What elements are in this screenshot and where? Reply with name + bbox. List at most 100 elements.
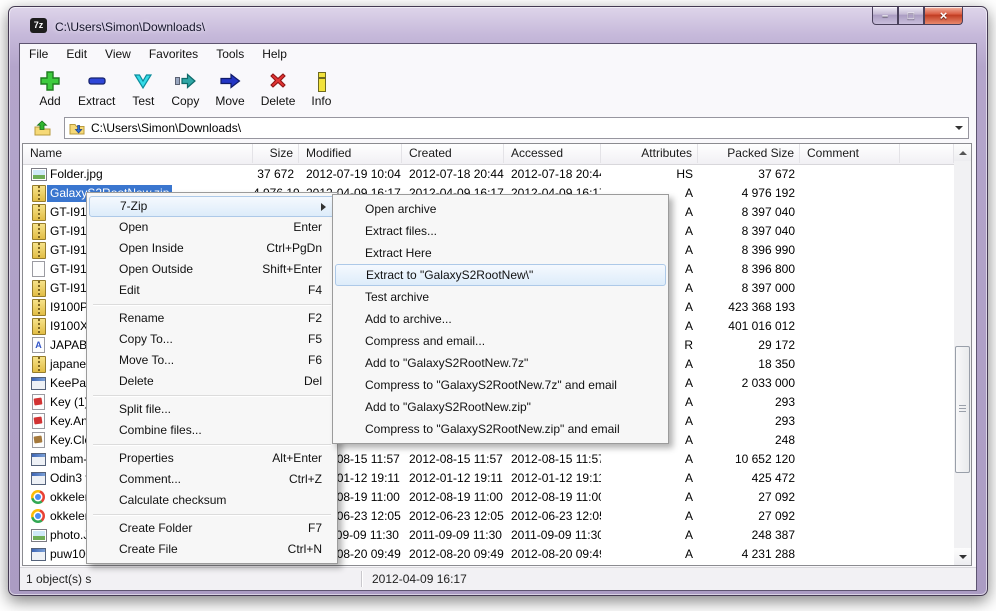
menu-item-label: Move To... bbox=[119, 353, 174, 367]
menu-item-move-to[interactable]: Move To...F6 bbox=[89, 350, 335, 371]
menu-item-compress-to-galaxys2rootnew-zip-and-email[interactable]: Compress to "GalaxyS2RootNew.zip" and em… bbox=[335, 418, 666, 440]
cell-created: 2012-06-23 12:05 bbox=[402, 507, 504, 526]
menu-item-split-file[interactable]: Split file... bbox=[89, 399, 335, 420]
cell-modified: 2012-07-19 10:04 bbox=[299, 165, 402, 184]
menu-item-add-to-galaxys2rootnew-zip[interactable]: Add to "GalaxyS2RootNew.zip" bbox=[335, 396, 666, 418]
menubar-item-edit[interactable]: Edit bbox=[57, 44, 96, 64]
title-bar[interactable]: 7z C:\Users\Simon\Downloads\ – □ × bbox=[9, 7, 987, 43]
zip-archive-icon bbox=[31, 242, 47, 258]
toolbar-add-button[interactable]: Add bbox=[30, 67, 70, 110]
cell-accessed: 2012-08-20 09:49 bbox=[504, 545, 601, 564]
menu-item-extract-files[interactable]: Extract files... bbox=[335, 220, 666, 242]
menu-item-combine-files[interactable]: Combine files... bbox=[89, 420, 335, 441]
menu-item-label: Extract Here bbox=[365, 246, 432, 260]
column-header-created[interactable]: Created bbox=[402, 144, 504, 163]
address-bar-row: C:\Users\Simon\Downloads\ bbox=[20, 113, 976, 142]
menu-item-rename[interactable]: RenameF2 bbox=[89, 308, 335, 329]
cell-created: 2012-08-20 09:49 bbox=[402, 545, 504, 564]
menu-item-test-archive[interactable]: Test archive bbox=[335, 286, 666, 308]
menu-item-properties[interactable]: PropertiesAlt+Enter bbox=[89, 448, 335, 469]
scroll-down-button[interactable] bbox=[954, 548, 971, 565]
folder-up-button[interactable] bbox=[27, 116, 57, 139]
scroll-up-button[interactable] bbox=[954, 144, 971, 161]
column-header-filler[interactable] bbox=[900, 144, 954, 163]
menu-shortcut: Ctrl+N bbox=[288, 539, 322, 560]
close-button[interactable]: × bbox=[924, 7, 963, 25]
chrome-file-icon bbox=[31, 489, 47, 505]
menu-item-add-to-galaxys2rootnew-7z[interactable]: Add to "GalaxyS2RootNew.7z" bbox=[335, 352, 666, 374]
toolbar-info-button[interactable]: Info bbox=[303, 67, 339, 110]
application-file-icon bbox=[31, 451, 47, 467]
menu-item-label: Open Inside bbox=[119, 241, 184, 255]
cell-created: 2012-07-18 20:44 bbox=[402, 165, 504, 184]
toolbar-copy-button[interactable]: Copy bbox=[163, 67, 207, 110]
menu-item-add-to-archive[interactable]: Add to archive... bbox=[335, 308, 666, 330]
info-icon bbox=[317, 69, 325, 93]
menu-separator bbox=[89, 441, 335, 448]
menubar-item-file[interactable]: File bbox=[20, 44, 57, 64]
menu-item-create-file[interactable]: Create FileCtrl+N bbox=[89, 539, 335, 560]
menu-item-compress-and-email[interactable]: Compress and email... bbox=[335, 330, 666, 352]
toolbar-delete-button[interactable]: Delete bbox=[253, 67, 304, 110]
menu-item-label: Compress and email... bbox=[365, 334, 485, 348]
scrollbar-thumb[interactable] bbox=[955, 346, 970, 473]
menu-item-extract-to-galaxys2rootnew[interactable]: Extract to "GalaxyS2RootNew\" bbox=[335, 264, 666, 286]
cell-comment bbox=[800, 431, 900, 450]
add-plus-icon bbox=[38, 69, 62, 93]
status-separator bbox=[361, 571, 363, 587]
menubar-item-help[interactable]: Help bbox=[253, 44, 296, 64]
menu-item-edit[interactable]: EditF4 bbox=[89, 280, 335, 301]
menu-item-comment[interactable]: Comment...Ctrl+Z bbox=[89, 469, 335, 490]
column-header-accessed[interactable]: Accessed bbox=[504, 144, 601, 163]
cell-attributes: HS bbox=[601, 165, 698, 184]
menubar-item-view[interactable]: View bbox=[96, 44, 140, 64]
menu-shortcut: Ctrl+PgDn bbox=[266, 238, 322, 259]
menu-item-calculate-checksum[interactable]: Calculate checksum bbox=[89, 490, 335, 511]
menu-shortcut: Ctrl+Z bbox=[289, 469, 322, 490]
toolbar-button-label: Extract bbox=[78, 94, 115, 108]
menu-item-open-archive[interactable]: Open archive bbox=[335, 198, 666, 220]
column-header-name[interactable]: Name bbox=[23, 144, 253, 163]
minimize-button[interactable]: – bbox=[872, 7, 898, 25]
menubar-item-tools[interactable]: Tools bbox=[207, 44, 253, 64]
menu-item-label: Open archive bbox=[365, 202, 436, 216]
cell-comment bbox=[800, 336, 900, 355]
menu-item-open[interactable]: OpenEnter bbox=[89, 217, 335, 238]
cell-attributes: A bbox=[601, 488, 698, 507]
status-date-text: 2012-04-09 16:17 bbox=[372, 572, 467, 586]
toolbar-test-button[interactable]: Test bbox=[123, 67, 163, 110]
application-file-icon bbox=[31, 546, 47, 562]
cell-comment bbox=[800, 526, 900, 545]
cell-packed_size: 27 092 bbox=[698, 507, 800, 526]
file-name: okkeler bbox=[47, 508, 92, 525]
column-header-attributes[interactable]: Attributes bbox=[601, 144, 698, 163]
toolbar-extract-button[interactable]: Extract bbox=[70, 67, 123, 110]
menu-item-7-zip[interactable]: 7-Zip bbox=[89, 196, 335, 217]
menu-item-open-outside[interactable]: Open OutsideShift+Enter bbox=[89, 259, 335, 280]
toolbar-move-button[interactable]: Move bbox=[207, 67, 252, 110]
dropdown-arrow-icon bbox=[955, 126, 963, 130]
menu-item-compress-to-galaxys2rootnew-7z-and-email[interactable]: Compress to "GalaxyS2RootNew.7z" and ema… bbox=[335, 374, 666, 396]
column-header-packed_size[interactable]: Packed Size bbox=[698, 144, 800, 163]
file-row-folder-jpg[interactable]: Folder.jpg37 6722012-07-19 10:042012-07-… bbox=[23, 165, 954, 184]
menu-item-extract-here[interactable]: Extract Here bbox=[335, 242, 666, 264]
column-header-comment[interactable]: Comment bbox=[800, 144, 900, 163]
column-header-size[interactable]: Size bbox=[253, 144, 299, 163]
address-combobox[interactable]: C:\Users\Simon\Downloads\ bbox=[64, 117, 969, 139]
menubar-item-favorites[interactable]: Favorites bbox=[140, 44, 207, 64]
menu-item-label: Compress to "GalaxyS2RootNew.7z" and ema… bbox=[365, 378, 617, 392]
vertical-scrollbar[interactable] bbox=[954, 144, 971, 565]
toolbar-button-label: Add bbox=[39, 94, 60, 108]
address-dropdown-button[interactable] bbox=[950, 126, 968, 130]
menu-item-open-inside[interactable]: Open Inside Ctrl+PgDn bbox=[89, 238, 335, 259]
cell-packed_size: 10 652 120 bbox=[698, 450, 800, 469]
file-name: okkeler bbox=[47, 489, 92, 506]
menu-item-create-folder[interactable]: Create FolderF7 bbox=[89, 518, 335, 539]
menu-item-copy-to[interactable]: Copy To...F5 bbox=[89, 329, 335, 350]
menu-item-label: Copy To... bbox=[119, 332, 173, 346]
menu-item-delete[interactable]: DeleteDel bbox=[89, 371, 335, 392]
a-document-file-icon bbox=[31, 337, 47, 353]
maximize-button[interactable]: □ bbox=[898, 7, 924, 25]
column-header-modified[interactable]: Modified bbox=[299, 144, 402, 163]
cell-packed_size: 4 231 288 bbox=[698, 545, 800, 564]
